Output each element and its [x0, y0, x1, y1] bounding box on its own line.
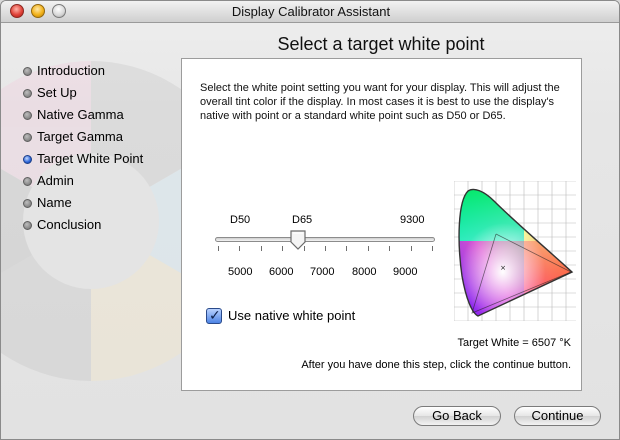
continue-hint: After you have done this step, click the… — [301, 359, 571, 371]
step-admin: Admin — [23, 172, 143, 194]
preset-label-d50: D50 — [230, 214, 251, 226]
app-window: Display Calibrator Assistant Select a ta… — [0, 0, 620, 440]
white-point-slider-thumb[interactable] — [289, 230, 307, 250]
step-introduction: Introduction — [23, 62, 143, 84]
step-label: Admin — [37, 173, 74, 188]
step-set-up: Set Up — [23, 84, 143, 106]
step-bullet-icon — [23, 111, 32, 120]
step-target-white-point: Target White Point — [23, 150, 143, 172]
step-bullet-icon — [23, 67, 32, 76]
slider-tick — [367, 246, 369, 251]
scale-label-5000: 5000 — [228, 266, 253, 278]
target-white-readout: Target White = 6507 °K — [457, 337, 571, 349]
description-text: Select the white point setting you want … — [200, 82, 560, 122]
slider-tick — [282, 246, 284, 251]
step-label: Native Gamma — [37, 107, 124, 122]
step-label: Conclusion — [37, 217, 102, 232]
slider-tick — [218, 246, 219, 251]
scale-label-9000: 9000 — [393, 266, 418, 278]
step-name: Name — [23, 194, 143, 216]
step-label: Target Gamma — [37, 129, 123, 144]
step-bullet-icon — [23, 177, 32, 186]
go-back-button[interactable]: Go Back — [413, 406, 501, 426]
title-bar: Display Calibrator Assistant — [1, 1, 619, 23]
continue-button[interactable]: Continue — [514, 406, 601, 426]
step-label: Name — [37, 195, 72, 210]
steps-list: Introduction Set Up Native Gamma Target Gam… — [23, 62, 143, 238]
step-bullet-icon — [23, 199, 32, 208]
window-title: Display Calibrator Assistant — [231, 4, 391, 19]
slider-ticks — [218, 246, 434, 252]
step-native-gamma: Native Gamma — [23, 106, 143, 128]
step-label: Set Up — [37, 85, 77, 100]
slider-tick — [389, 246, 391, 251]
step-bullet-icon — [23, 221, 32, 230]
slider-tick — [410, 246, 412, 251]
page-heading: Select a target white point — [277, 34, 485, 54]
step-conclusion: Conclusion — [23, 216, 143, 238]
step-label: Target White Point — [37, 151, 144, 166]
native-white-point-checkbox[interactable]: ✓ — [206, 307, 222, 324]
step-label: Introduction — [37, 63, 105, 78]
scale-label-8000: 8000 — [352, 266, 377, 278]
step-target-gamma: Target Gamma — [23, 128, 143, 150]
scale-label-6000: 6000 — [269, 266, 294, 278]
scale-label-7000: 7000 — [310, 266, 335, 278]
step-bullet-icon — [23, 133, 32, 142]
slider-tick — [346, 246, 348, 251]
slider-tick — [432, 246, 433, 251]
preset-label-d65: D65 — [292, 214, 313, 226]
white-point-slider-track[interactable] — [215, 237, 435, 242]
slider-tick — [239, 246, 241, 251]
cie-chromaticity-diagram: × — [454, 181, 576, 321]
checkmark-icon: ✓ — [209, 307, 221, 323]
native-white-point-label[interactable]: Use native white point — [228, 308, 355, 323]
slider-tick — [325, 246, 326, 251]
current-step-bullet-icon — [23, 155, 32, 164]
svg-text:×: × — [500, 264, 506, 272]
step-bullet-icon — [23, 89, 32, 98]
slider-tick — [260, 246, 262, 251]
content-panel: Select the white point setting you want … — [181, 58, 582, 391]
preset-label-9300: 9300 — [400, 214, 425, 226]
